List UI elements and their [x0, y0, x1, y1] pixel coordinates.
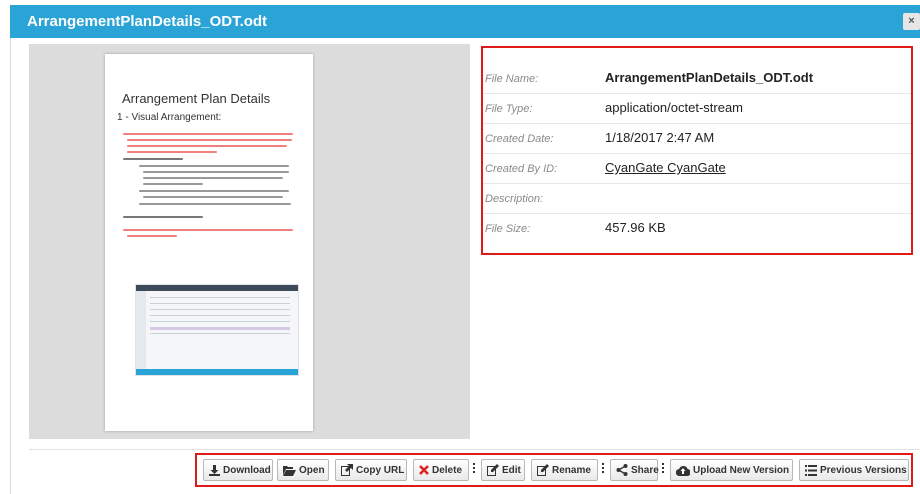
created-by-link[interactable]: CyanGate CyanGate	[605, 160, 726, 175]
preview-text-line	[127, 145, 287, 147]
upload-new-version-button[interactable]: Upload New Version	[670, 459, 793, 481]
copy-url-label: Copy URL	[356, 464, 405, 476]
toolbar-separator	[602, 463, 604, 477]
divider	[483, 153, 911, 154]
detail-row-file-type: File Type: application/octet-stream	[483, 95, 911, 125]
rename-label: Rename	[552, 464, 591, 476]
divider	[483, 93, 911, 94]
share-label: Share	[631, 464, 659, 476]
detail-row-file-size: File Size: 457.96 KB	[483, 215, 911, 245]
created-date-label: Created Date:	[485, 133, 554, 145]
file-name-value: ArrangementPlanDetails_ODT.odt	[605, 70, 814, 85]
share-button[interactable]: Share	[610, 459, 659, 481]
edit-button[interactable]: Edit	[481, 459, 525, 481]
file-size-label: File Size:	[485, 223, 531, 235]
toolbar-separator	[473, 463, 475, 477]
previous-versions-button[interactable]: Previous Versions	[799, 459, 909, 481]
rename-icon	[537, 464, 549, 476]
toolbar-separator	[662, 463, 664, 477]
created-by-label: Created By ID:	[485, 163, 558, 175]
preview-text-line	[143, 196, 283, 198]
preview-text-line	[143, 183, 203, 185]
detail-row-file-name: File Name: ArrangementPlanDetails_ODT.od…	[483, 65, 911, 95]
close-button[interactable]: ×	[903, 13, 920, 30]
preview-text-line	[127, 235, 177, 237]
preview-text-line	[127, 151, 217, 153]
folder-open-icon	[283, 465, 296, 476]
divider	[483, 213, 911, 214]
preview-doc-title: Arrangement Plan Details	[122, 91, 271, 106]
file-details-box: File Name: ArrangementPlanDetails_ODT.od…	[481, 46, 913, 255]
preview-text-line	[123, 133, 293, 135]
document-page-thumbnail[interactable]: Arrangement Plan Details 1 - Visual Arra…	[105, 54, 313, 431]
preview-text-line	[139, 203, 291, 205]
share-icon	[616, 464, 628, 476]
cloud-upload-icon	[676, 465, 690, 476]
detail-row-created-date: Created Date: 1/18/2017 2:47 AM	[483, 125, 911, 155]
list-icon	[805, 464, 817, 476]
preview-text-line	[127, 139, 292, 141]
edit-icon	[487, 464, 499, 476]
modal-left-border	[10, 38, 11, 494]
preview-text-line	[139, 190, 289, 192]
download-icon	[209, 464, 220, 476]
detail-row-created-by: Created By ID: CyanGate CyanGate	[483, 155, 911, 185]
download-button[interactable]: Download	[203, 459, 273, 481]
preview-doc-subtitle: 1 - Visual Arrangement:	[117, 112, 222, 123]
file-type-label: File Type:	[485, 103, 533, 115]
created-date-value: 1/18/2017 2:47 AM	[605, 130, 715, 145]
divider	[483, 123, 911, 124]
file-type-value: application/octet-stream	[605, 100, 744, 115]
preview-text-line	[123, 229, 293, 231]
modal-header: ArrangementPlanDetails_ODT.odt ×	[10, 5, 920, 38]
preview-embedded-screenshot	[135, 284, 299, 376]
detail-row-description: Description:	[483, 185, 911, 215]
open-label: Open	[299, 464, 325, 476]
delete-label: Delete	[432, 464, 463, 476]
upload-new-version-label: Upload New Version	[693, 464, 790, 476]
file-name-label: File Name:	[485, 73, 539, 85]
preview-text-line	[143, 177, 283, 179]
document-preview-panel: Arrangement Plan Details 1 - Visual Arra…	[29, 44, 470, 439]
modal-title: ArrangementPlanDetails_ODT.odt	[27, 13, 268, 30]
preview-text-line	[123, 158, 183, 160]
preview-text-line	[139, 165, 289, 167]
divider	[483, 183, 911, 184]
delete-x-icon	[419, 465, 429, 475]
copy-url-button[interactable]: Copy URL	[335, 459, 407, 481]
file-size-value: 457.96 KB	[605, 220, 666, 235]
external-link-icon	[341, 464, 353, 476]
previous-versions-label: Previous Versions	[820, 464, 907, 476]
preview-text-line	[143, 171, 289, 173]
action-toolbar: Download Open Copy URL Delete Edit Renam…	[195, 453, 913, 487]
rename-button[interactable]: Rename	[531, 459, 598, 481]
file-details-modal: ArrangementPlanDetails_ODT.odt × Arrange…	[0, 0, 920, 494]
delete-button[interactable]: Delete	[413, 459, 469, 481]
description-label: Description:	[485, 193, 544, 205]
preview-text-line	[123, 216, 203, 218]
footer-divider	[29, 449, 920, 450]
open-button[interactable]: Open	[277, 459, 329, 481]
edit-label: Edit	[502, 464, 521, 476]
download-label: Download	[223, 464, 271, 476]
